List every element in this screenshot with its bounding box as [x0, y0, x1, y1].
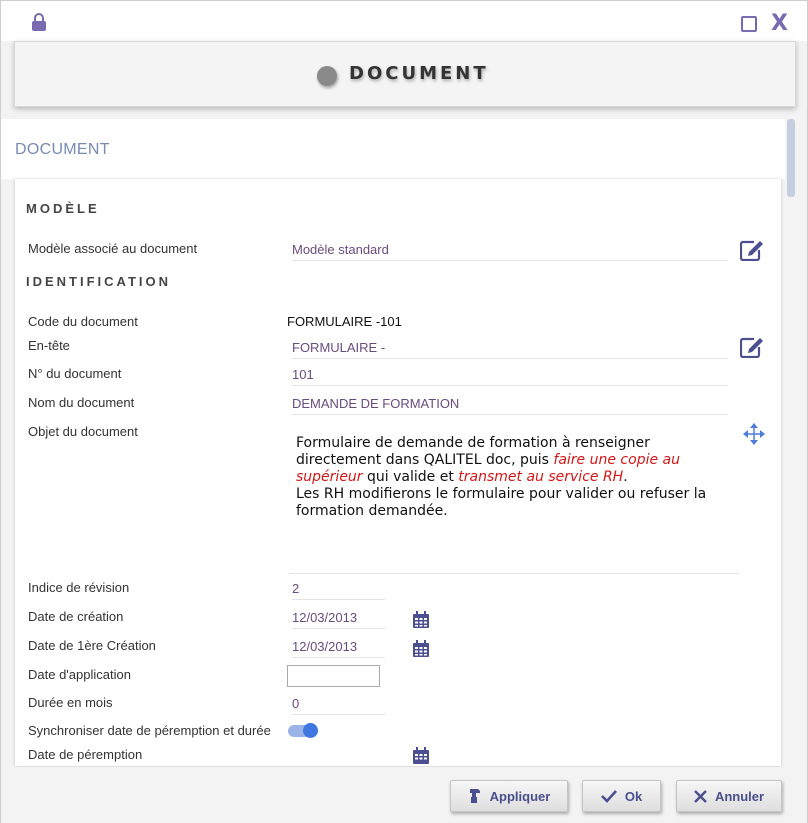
label-date-1ere-creation: Date de 1ère Création	[28, 638, 156, 653]
objet-text: qui valide et	[362, 469, 459, 485]
label-date-application: Date d'application	[28, 667, 131, 682]
indice-value[interactable]: 2	[292, 581, 385, 600]
divider	[289, 573, 739, 574]
appliquer-button[interactable]: Appliquer	[450, 780, 568, 812]
edit-icon[interactable]	[739, 239, 764, 262]
date-1ere-creation-value[interactable]: 12/03/2013	[292, 639, 385, 658]
annuler-button[interactable]: Annuler	[676, 780, 782, 812]
page-title: DOCUMENT	[349, 63, 489, 84]
scrollbar[interactable]	[787, 119, 795, 197]
stamp-icon	[469, 789, 480, 803]
label-date-creation: Date de création	[28, 609, 124, 624]
entete-value[interactable]: FORMULAIRE -	[292, 340, 728, 359]
label-synchroniser: Synchroniser date de péremption et durée	[28, 723, 271, 738]
toggle-knob	[303, 723, 318, 738]
ok-label: Ok	[624, 788, 643, 804]
check-icon	[600, 790, 617, 803]
objet-text: Les RH modifierons le formulaire pour va…	[296, 486, 707, 519]
label-code: Code du document	[28, 314, 138, 329]
x-icon	[694, 789, 707, 803]
label-numero: N° du document	[28, 366, 122, 381]
breadcrumb-area	[1, 119, 785, 179]
label-modele-associe: Modèle associé au document	[28, 241, 198, 256]
document-window: X DOCUMENT DOCUMENT MODÈLE Modèle associ…	[0, 0, 808, 823]
title-header: DOCUMENT	[14, 41, 796, 107]
modele-associe-value[interactable]: Modèle standard	[292, 242, 728, 261]
label-duree: Durée en mois	[28, 695, 113, 710]
date-creation-value[interactable]: 12/03/2013	[292, 610, 385, 629]
edit-icon[interactable]	[739, 336, 764, 359]
numero-value[interactable]: 101	[292, 367, 728, 386]
nom-value[interactable]: DEMANDE DE FORMATION	[292, 396, 728, 415]
label-nom: Nom du document	[28, 395, 135, 410]
label-indice: Indice de révision	[28, 580, 130, 595]
lock-icon[interactable]	[31, 13, 47, 31]
status-dot-icon	[317, 66, 337, 86]
breadcrumb: DOCUMENT	[15, 141, 110, 158]
code-value: FORMULAIRE -101	[287, 314, 402, 329]
window-top-bar: X	[1, 1, 807, 41]
objet-text-red: transmet au service RH	[458, 469, 624, 485]
objet-text: .	[623, 469, 628, 485]
move-icon[interactable]	[742, 422, 766, 445]
date-peremption-value[interactable]	[292, 749, 385, 766]
label-date-peremption: Date de péremption	[28, 747, 143, 762]
label-objet: Objet du document	[28, 424, 138, 439]
duree-value[interactable]: 0	[292, 696, 385, 715]
close-icon[interactable]: X	[771, 10, 788, 38]
objet-textarea[interactable]: Formulaire de demande de formation à ren…	[296, 435, 736, 520]
maximize-icon[interactable]	[741, 16, 757, 32]
calendar-icon[interactable]	[412, 611, 430, 629]
ok-button[interactable]: Ok	[582, 780, 661, 812]
section-title-identification: IDENTIFICATION	[26, 274, 172, 289]
label-entete: En-tête	[28, 338, 70, 353]
form-panel: MODÈLE Modèle associé au document Modèle…	[15, 179, 781, 766]
calendar-icon[interactable]	[412, 747, 430, 765]
section-title-modele: MODÈLE	[26, 201, 100, 216]
date-application-input[interactable]	[287, 665, 380, 687]
calendar-icon[interactable]	[412, 640, 430, 658]
synchroniser-toggle[interactable]	[288, 723, 318, 738]
appliquer-label: Appliquer	[489, 788, 551, 804]
annuler-label: Annuler	[714, 788, 765, 804]
